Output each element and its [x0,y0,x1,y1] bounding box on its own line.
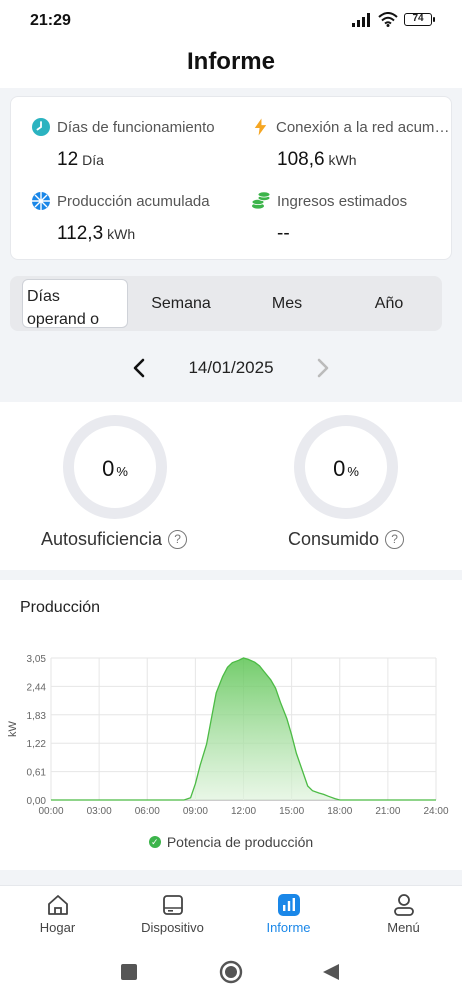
stat-label: Días de funcionamiento [57,118,215,136]
stat-production: Producción acumulada 112,3 kWh [31,191,231,245]
tab-month[interactable]: Mes [234,276,340,331]
page-title: Informe [186,48,275,75]
x-tick-label: 21:00 [375,806,400,817]
bottom-nav: Hogar Dispositivo Informe Menú [0,885,462,945]
x-tick-label: 15:00 [279,806,304,817]
ratio-card: 0% Autosuficiencia ? 0% Consumido ? [0,402,462,570]
consumed-value: 0 [333,456,346,481]
y-tick-label: 1,22 [27,739,47,750]
consumed-label-row: Consumido ? [288,529,405,550]
summary-card: Días de funcionamiento 12 Día Conexión a … [10,96,452,260]
nav-home-label: Hogar [39,920,76,935]
device-icon [162,895,183,915]
stat-unit: Día [82,152,104,168]
x-tick-label: 09:00 [183,806,208,817]
y-axis-label: kW [7,720,19,737]
x-tick-label: 18:00 [327,806,352,817]
stat-label: Ingresos estimados [277,192,408,210]
self-sufficiency-ring: 0% [63,415,167,519]
coins-icon [251,191,271,209]
period-tabs: Días operand o Semana Mes Año [10,276,442,331]
production-title: Producción [20,599,101,616]
self-sufficiency-value: 0 [102,456,115,481]
solar-panel-icon [32,192,50,210]
header: Informe [0,42,462,88]
tab-days[interactable]: Días operand o [22,279,128,328]
recent-apps-icon[interactable] [121,964,137,980]
legend-label: Potencia de producción [166,834,314,850]
stat-value: 12 [57,149,79,170]
x-tick-label: 12:00 [231,806,256,817]
y-tick-label: 0,61 [27,768,47,779]
selected-date[interactable]: 14/01/2025 [0,358,462,378]
home-icon [47,895,68,915]
help-icon[interactable]: ? [385,530,405,549]
battery-icon: 74 [404,13,435,26]
nav-menu-label: Menú [387,920,420,935]
nav-report-label: Informe [266,920,311,935]
self-sufficiency-label-row: Autosuficiencia ? [41,529,188,550]
tab-week[interactable]: Semana [128,276,234,331]
user-icon [393,894,414,916]
check-icon: ✓ [148,836,161,848]
wifi-icon [378,12,398,27]
date-navigation: 14/01/2025 [0,344,462,392]
stat-unit: kWh [107,226,136,242]
status-icons: 74 [352,12,435,27]
system-nav-bar [0,945,462,1000]
stat-operating-days: Días de funcionamiento 12 Día [31,117,231,171]
tab-year[interactable]: Año [336,276,442,331]
clock-icon [32,118,50,136]
help-icon[interactable]: ? [168,530,188,549]
y-tick-label: 1,83 [27,711,47,722]
x-tick-label: 00:00 [38,806,63,817]
signal-icon [352,12,370,27]
status-time: 21:29 [30,12,71,29]
nav-report[interactable]: Informe [231,892,346,935]
consumed-label: Consumido [288,529,380,549]
self-sufficiency-label: Autosuficiencia [41,529,163,549]
nav-device-label: Dispositivo [141,920,204,935]
stat-label: Producción acumulada [57,192,210,210]
home-circle-icon[interactable] [219,960,243,984]
x-tick-label: 06:00 [135,806,160,817]
y-tick-label: 3,05 [27,654,47,665]
nav-home[interactable]: Hogar [0,892,115,935]
nav-device[interactable]: Dispositivo [115,892,230,935]
nav-menu[interactable]: Menú [346,892,461,935]
back-icon[interactable] [322,963,340,981]
status-bar: 21:29 74 [0,0,462,42]
stat-unit: kWh [328,152,357,168]
lightning-icon [254,118,267,136]
stat-label: Conexión a la red acumulada [276,118,451,136]
consumed-unit: % [347,464,359,479]
report-icon [277,894,300,916]
stat-value: -- [277,223,290,244]
stat-grid-connection: Conexión a la red acumulada 108,6kWh [251,117,451,171]
stat-value: 108,6 [277,149,325,170]
y-tick-label: 2,44 [27,682,47,693]
series-area [51,658,436,800]
x-tick-label: 24:00 [423,806,448,817]
chart-legend[interactable]: ✓ Potencia de producción [0,834,462,850]
stat-value: 112,3 [57,223,104,244]
self-sufficiency-unit: % [116,464,128,479]
x-tick-label: 03:00 [87,806,112,817]
consumed-ring: 0% [294,415,398,519]
stat-estimated-income: Ingresos estimados -- [251,191,451,245]
chevron-right-icon[interactable] [314,357,332,379]
production-card: Producción 0,00 0,61 1,22 1,83 2,44 3,05 00:00… [0,580,462,870]
